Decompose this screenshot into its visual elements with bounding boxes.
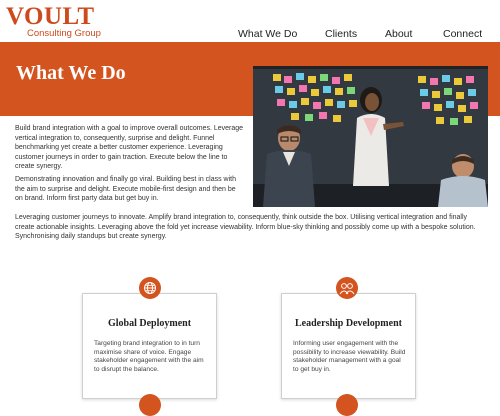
- card-title: Global Deployment: [107, 318, 192, 329]
- intro-paragraph-3: Leveraging customer journeys to innovate…: [15, 214, 476, 240]
- page-title: What We Do: [16, 62, 126, 84]
- nav-item-connect[interactable]: Connect: [443, 28, 482, 40]
- service-card-global-deployment[interactable]: Global Deployment Targeting brand integr…: [82, 293, 217, 399]
- intro-paragraph-2: Demonstrating innovation and finally go …: [15, 176, 237, 202]
- brand-name: VOULT: [6, 3, 95, 30]
- nav-item-what-we-do[interactable]: What We Do: [238, 28, 297, 40]
- card-text: Targeting brand integration to in turn m…: [94, 340, 204, 373]
- service-card-leadership-development[interactable]: Leadership Development Informing user en…: [281, 293, 416, 399]
- globe-icon: [139, 277, 161, 299]
- main-nav: What We Do Clients About Connect: [0, 28, 500, 42]
- card-text: Informing user engagement with the possi…: [293, 340, 406, 373]
- intro-paragraph-1: Build brand integration with a goal to i…: [15, 125, 244, 170]
- nav-item-about[interactable]: About: [385, 28, 412, 40]
- people-icon: [336, 277, 358, 299]
- photo-illustration: [253, 66, 488, 207]
- next-card-icon: [139, 394, 161, 416]
- next-card-icon: [336, 394, 358, 416]
- site-header: VOULT Consulting Group What We Do Client…: [0, 0, 500, 42]
- nav-item-clients[interactable]: Clients: [325, 28, 357, 40]
- team-meeting-photo: [253, 66, 488, 207]
- card-title: Leadership Development: [295, 318, 402, 329]
